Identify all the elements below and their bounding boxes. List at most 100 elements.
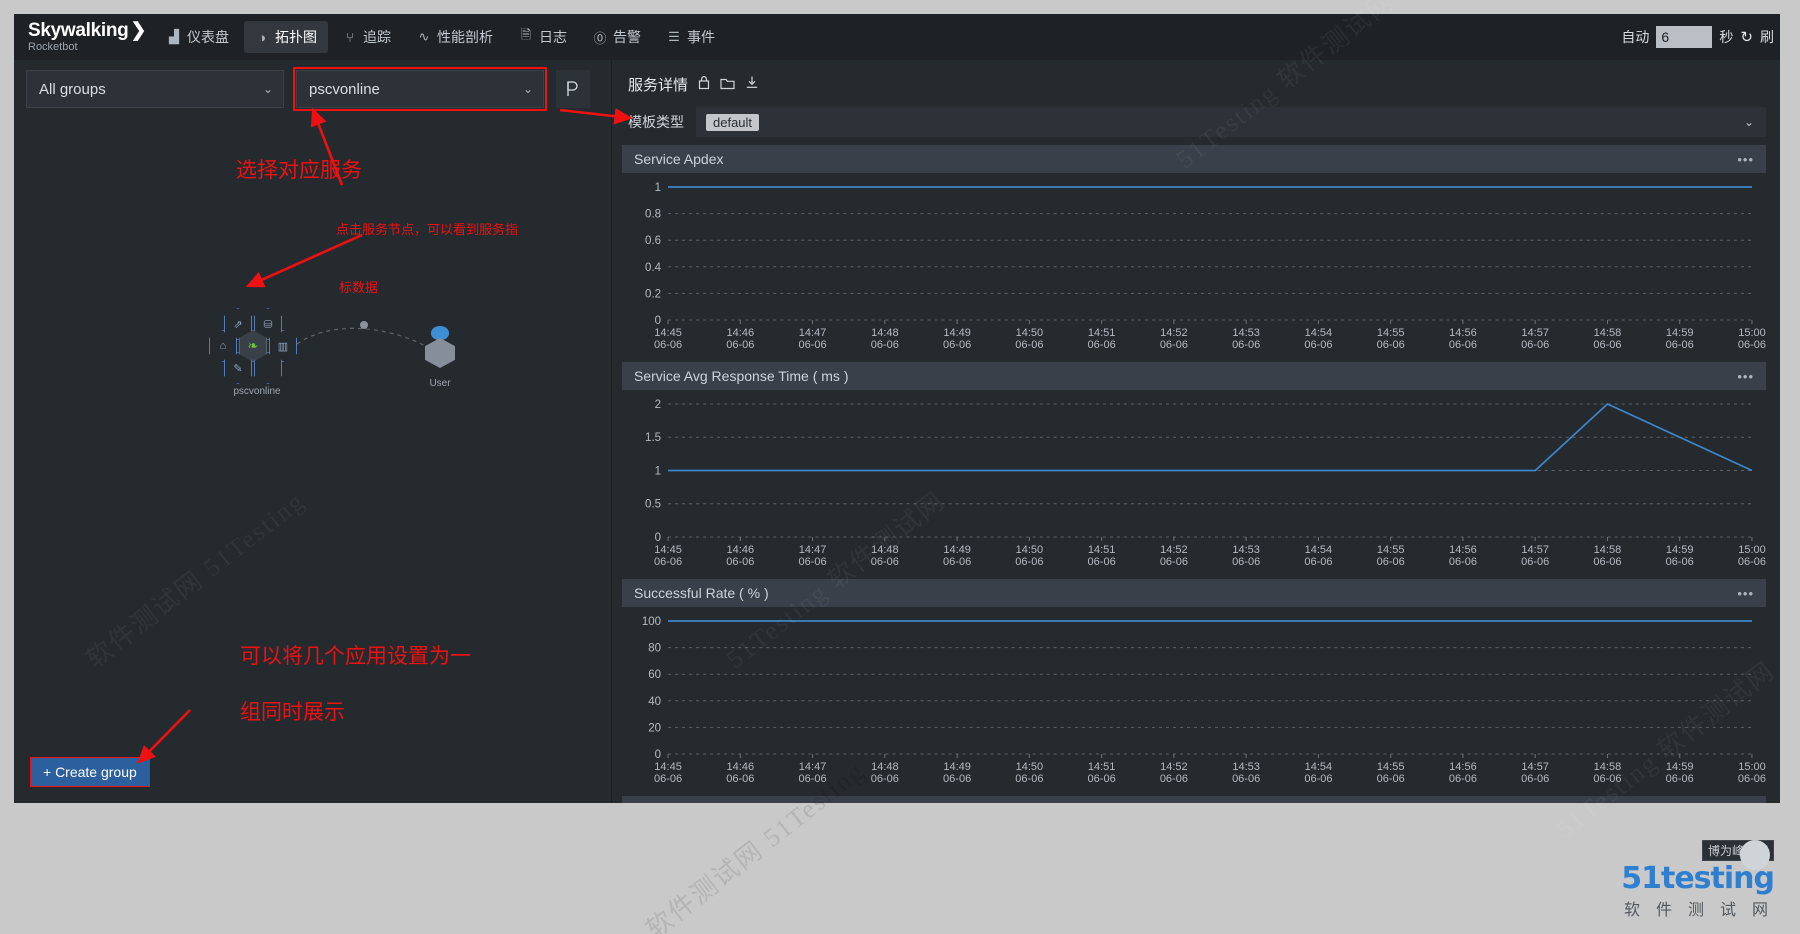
svg-text:1.5: 1.5 bbox=[645, 432, 661, 444]
svg-text:0.2: 0.2 bbox=[645, 288, 661, 300]
chart-svg: 02040608010014:4506-0614:4606-0614:4706-… bbox=[642, 616, 1766, 785]
charts-scroll-area[interactable]: Service Apdex ••• 0 0.2 0.4 0.6 0.8 1 14:45 06-06… bbox=[612, 145, 1780, 803]
app-header: Skywalking ❯ Rocketbot ▟ 仪表盘 ◑ 拓扑图 ⑂ 追踪 ∿ 性能剖析 🗎… bbox=[14, 14, 1780, 60]
chart-menu-icon[interactable]: ••• bbox=[1737, 586, 1754, 601]
chart-menu-icon[interactable]: ••• bbox=[1737, 369, 1754, 384]
svg-text:06-06: 06-06 bbox=[654, 556, 682, 568]
svg-text:14:50: 14:50 bbox=[1016, 327, 1044, 339]
svg-text:14:48: 14:48 bbox=[871, 761, 899, 773]
log-icon: 🗎 bbox=[520, 27, 532, 42]
topology-panel: All groups ⌄ pscvonline ⌄ ⇗ ⛁ ⌂ ❧ ▥ ✎ ps… bbox=[14, 60, 612, 803]
svg-text:06-06: 06-06 bbox=[1160, 339, 1188, 351]
chart-title: Service Apdex bbox=[634, 151, 724, 167]
user-icon bbox=[421, 326, 459, 372]
svg-text:14:54: 14:54 bbox=[1305, 544, 1333, 556]
event-icon: ☰ bbox=[668, 29, 680, 44]
nav-item-0[interactable]: ▟ 仪表盘 bbox=[156, 21, 240, 53]
svg-text:06-06: 06-06 bbox=[1232, 773, 1260, 785]
logo-circle-icon bbox=[1740, 840, 1770, 870]
plot: 0 0.5 1 1.5 2 14:45 06-06 14:46 06-06 14:47 06-06 1… bbox=[622, 390, 1766, 573]
user-node-label: User bbox=[429, 378, 451, 389]
chart-menu-icon[interactable]: ••• bbox=[1737, 803, 1754, 804]
service-detail-panel: 服务详情 模板类型 default ⌄ Service Apdex ••• 0 … bbox=[612, 60, 1780, 803]
svg-text:06-06: 06-06 bbox=[943, 556, 971, 568]
svg-text:06-06: 06-06 bbox=[654, 773, 682, 785]
nav-item-2[interactable]: ⑂ 追踪 bbox=[332, 21, 402, 53]
download-icon[interactable] bbox=[745, 75, 759, 94]
chart-plot-area: 0 0.5 1 1.5 2 14:45 06-06 14:46 06-06 14:47 06-06 1… bbox=[622, 390, 1766, 573]
svg-text:06-06: 06-06 bbox=[1304, 556, 1332, 568]
service-node-pscvonline[interactable]: ⇗ ⛁ ⌂ ❧ ▥ ✎ pscvonline bbox=[209, 308, 300, 397]
svg-text:14:47: 14:47 bbox=[799, 327, 827, 339]
svg-text:06-06: 06-06 bbox=[871, 773, 899, 785]
svg-text:14:55: 14:55 bbox=[1377, 544, 1405, 556]
template-type-select[interactable]: default ⌄ bbox=[696, 107, 1766, 137]
svg-text:06-06: 06-06 bbox=[1738, 773, 1766, 785]
topology-canvas[interactable]: ⇗ ⛁ ⌂ ❧ ▥ ✎ pscvonline User + Create gro… bbox=[14, 60, 611, 803]
chart-card: Service Avg Response Time ( ms ) ••• 0 0.5 1… bbox=[622, 362, 1766, 573]
svg-text:06-06: 06-06 bbox=[1160, 773, 1188, 785]
create-group-button[interactable]: + Create group bbox=[30, 757, 150, 787]
svg-text:14:51: 14:51 bbox=[1088, 761, 1116, 773]
svg-text:60: 60 bbox=[648, 669, 661, 681]
nav-item-label: 拓扑图 bbox=[275, 29, 317, 45]
svg-text:06-06: 06-06 bbox=[943, 773, 971, 785]
reload-icon[interactable]: ↻ bbox=[1740, 28, 1753, 46]
seconds-label: 秒 bbox=[1719, 29, 1734, 45]
svg-text:14:57: 14:57 bbox=[1521, 761, 1549, 773]
detail-header: 服务详情 bbox=[612, 60, 1780, 105]
alarm-icon: ⓪ bbox=[593, 30, 607, 46]
svg-text:14:58: 14:58 bbox=[1594, 761, 1622, 773]
svg-text:06-06: 06-06 bbox=[1738, 339, 1766, 351]
svg-text:06-06: 06-06 bbox=[1160, 556, 1188, 568]
profile-icon: ∿ bbox=[418, 29, 430, 44]
template-type-label: 模板类型 bbox=[628, 114, 684, 130]
svg-text:06-06: 06-06 bbox=[1593, 339, 1621, 351]
page-margin-bottom bbox=[0, 803, 1800, 934]
chart-menu-icon[interactable]: ••• bbox=[1737, 152, 1754, 167]
svg-text:14:57: 14:57 bbox=[1521, 544, 1549, 556]
svg-text:14:52: 14:52 bbox=[1160, 544, 1188, 556]
svg-text:0.8: 0.8 bbox=[645, 209, 661, 221]
svg-text:06-06: 06-06 bbox=[1088, 773, 1116, 785]
nav-item-1[interactable]: ◑ 拓扑图 bbox=[244, 21, 328, 53]
svg-text:14:49: 14:49 bbox=[943, 327, 971, 339]
svg-text:14:57: 14:57 bbox=[1521, 327, 1549, 339]
auto-refresh-input[interactable] bbox=[1656, 26, 1713, 48]
svg-text:14:52: 14:52 bbox=[1160, 761, 1188, 773]
svg-text:06-06: 06-06 bbox=[1449, 773, 1477, 785]
svg-text:0.4: 0.4 bbox=[645, 262, 662, 274]
svg-text:06-06: 06-06 bbox=[726, 339, 754, 351]
svg-text:14:59: 14:59 bbox=[1666, 544, 1694, 556]
svg-text:14:54: 14:54 bbox=[1305, 761, 1333, 773]
svg-text:14:45: 14:45 bbox=[654, 544, 682, 556]
svg-text:06-06: 06-06 bbox=[1449, 556, 1477, 568]
svg-text:06-06: 06-06 bbox=[1666, 339, 1694, 351]
svg-text:14:51: 14:51 bbox=[1088, 327, 1116, 339]
screenshot-root: Skywalking ❯ Rocketbot ▟ 仪表盘 ◑ 拓扑图 ⑂ 追踪 ∿ 性能剖析 🗎… bbox=[0, 0, 1800, 934]
nav-item-3[interactable]: ∿ 性能剖析 bbox=[406, 21, 504, 53]
plot: 0 20 40 60 80 100 14:45 06-06 14:46 06-06 14:47 06-… bbox=[622, 607, 1766, 790]
brand-swoosh-icon: ❯ bbox=[130, 20, 147, 41]
topology-links bbox=[296, 321, 430, 349]
svg-text:06-06: 06-06 bbox=[1593, 556, 1621, 568]
svg-text:14:46: 14:46 bbox=[727, 544, 755, 556]
nav-item-6[interactable]: ☰ 事件 bbox=[656, 21, 726, 53]
nav-item-4[interactable]: 🗎 日志 bbox=[508, 20, 578, 54]
svg-text:14:46: 14:46 bbox=[727, 761, 755, 773]
refresh-label: 刷 bbox=[1760, 29, 1774, 45]
user-node[interactable]: User bbox=[421, 326, 470, 389]
svg-text:15:00: 15:00 bbox=[1738, 544, 1766, 556]
folder-icon[interactable] bbox=[720, 76, 735, 94]
template-type-value: default bbox=[706, 113, 760, 131]
svg-text:06-06: 06-06 bbox=[1521, 339, 1549, 351]
service-node-label: pscvonline bbox=[233, 386, 281, 397]
svg-text:14:52: 14:52 bbox=[1160, 327, 1188, 339]
lock-icon[interactable] bbox=[698, 75, 710, 94]
svg-text:14:49: 14:49 bbox=[943, 761, 971, 773]
svg-text:06-06: 06-06 bbox=[1738, 556, 1766, 568]
nav-item-5[interactable]: ⓪ 告警 bbox=[582, 21, 652, 53]
svg-text:14:55: 14:55 bbox=[1377, 327, 1405, 339]
svg-text:06-06: 06-06 bbox=[1015, 339, 1043, 351]
svg-text:14:45: 14:45 bbox=[654, 327, 682, 339]
